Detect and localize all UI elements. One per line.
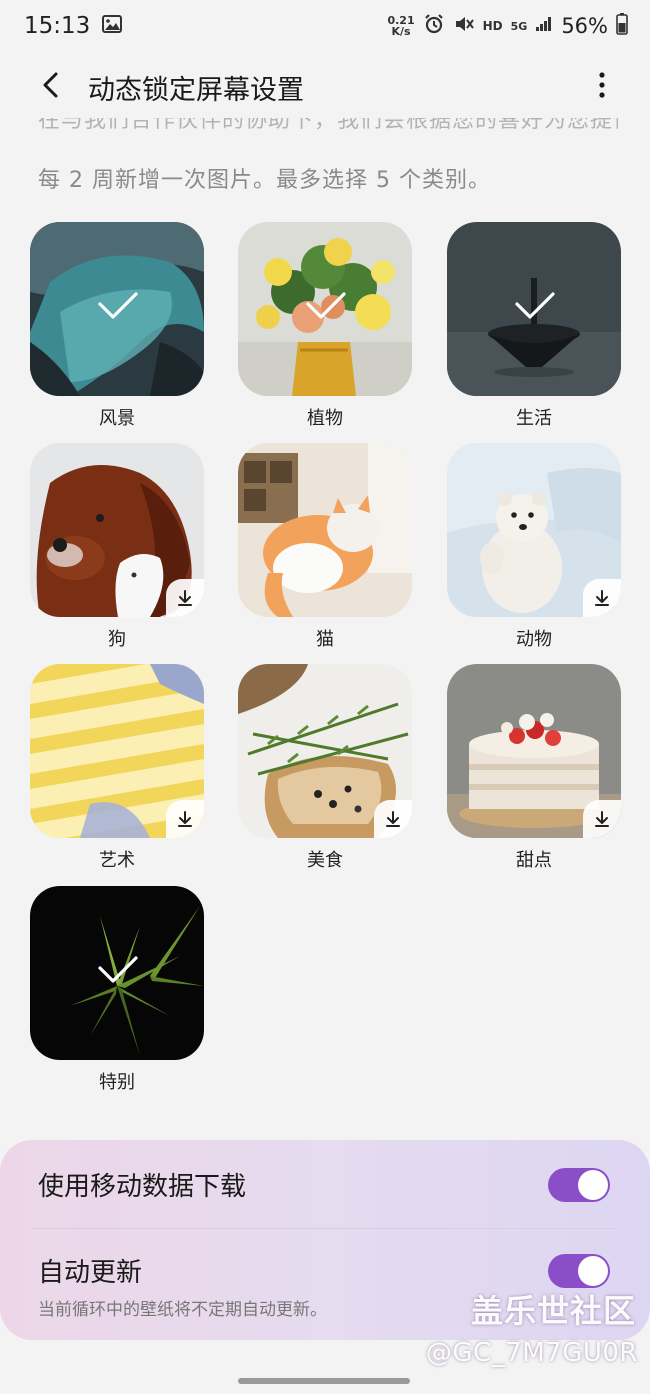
- description-line: 每 2 周新增一次图片。最多选择 5 个类别。: [38, 168, 491, 193]
- app-bar: 动态锁定屏幕设置: [0, 56, 650, 118]
- mobile-data-setting[interactable]: 使用移动数据下载: [38, 1166, 618, 1216]
- category-thumb-plants[interactable]: [238, 222, 412, 396]
- category-label: 猫: [316, 629, 334, 650]
- download-icon: [178, 590, 192, 606]
- divider: [32, 1228, 618, 1229]
- category-thumb-dog[interactable]: [30, 443, 204, 617]
- mute-icon: [453, 13, 475, 39]
- category-label: 特别: [99, 1072, 135, 1093]
- category-tile-animals[interactable]: 动物: [447, 443, 621, 650]
- download-icon: [595, 811, 609, 827]
- category-label: 动物: [516, 629, 552, 650]
- download-button[interactable]: [583, 800, 621, 838]
- checkmark-icon: [98, 292, 138, 319]
- category-thumb-art[interactable]: [30, 664, 204, 838]
- category-label: 狗: [108, 629, 126, 650]
- download-button[interactable]: [166, 800, 204, 838]
- auto-update-title: 自动更新: [38, 1258, 143, 1288]
- category-tile-life[interactable]: 生活: [447, 222, 621, 429]
- signal-icon: [535, 16, 553, 36]
- watermark-handle: @GC_7M7GU0R: [425, 1338, 638, 1368]
- network-type: 5G: [510, 19, 528, 33]
- category-thumb-cat[interactable]: [238, 443, 412, 617]
- category-label: 美食: [307, 850, 343, 871]
- status-left: 15:13: [24, 13, 123, 39]
- page-title: 动态锁定屏幕设置: [88, 74, 304, 106]
- category-thumb-food[interactable]: [238, 664, 412, 838]
- category-thumb-dessert[interactable]: [447, 664, 621, 838]
- download-button[interactable]: [374, 800, 412, 838]
- home-indicator[interactable]: [238, 1378, 410, 1384]
- back-button[interactable]: [20, 57, 80, 117]
- hd-indicator: HD: [482, 19, 503, 33]
- mobile-data-toggle[interactable]: [548, 1168, 610, 1202]
- net-speed: 0.21 K/s: [387, 15, 414, 37]
- checkmark-icon: [98, 956, 138, 983]
- category-tile-scenery[interactable]: 风景: [30, 222, 204, 429]
- category-label: 植物: [307, 408, 343, 429]
- description-cut-line: 在与我们合作伙伴的协助下，我们会根据您的喜好为您提供全新: [38, 118, 618, 133]
- toggle-knob: [578, 1170, 608, 1200]
- category-tile-dog[interactable]: 狗: [30, 443, 204, 650]
- download-icon: [595, 590, 609, 606]
- download-icon: [178, 811, 192, 827]
- download-icon: [386, 811, 400, 827]
- alarm-icon: [423, 13, 445, 39]
- auto-update-toggle[interactable]: [548, 1254, 610, 1288]
- category-thumb-special[interactable]: [30, 886, 204, 1060]
- category-tile-art[interactable]: 艺术: [30, 664, 204, 871]
- battery-icon: [616, 13, 628, 39]
- category-label: 生活: [516, 408, 552, 429]
- category-tile-plants[interactable]: 植物: [238, 222, 412, 429]
- category-thumb-animals[interactable]: [447, 443, 621, 617]
- category-thumb-scenery[interactable]: [30, 222, 204, 396]
- net-speed-unit: K/s: [391, 25, 411, 38]
- description: 在与我们合作伙伴的协助下，我们会根据您的喜好为您提供全新 每 2 周新增一次图片…: [38, 118, 618, 198]
- category-label: 甜点: [516, 850, 552, 871]
- download-button[interactable]: [166, 579, 204, 617]
- category-tile-dessert[interactable]: 甜点: [447, 664, 621, 871]
- category-tile-cat[interactable]: 猫: [238, 443, 412, 650]
- download-button[interactable]: [583, 579, 621, 617]
- more-vertical-icon: [598, 71, 606, 103]
- status-bar: 15:13 0.21 K/s HD 5G 56%: [0, 0, 650, 52]
- cat-image: [238, 443, 412, 617]
- mobile-data-title: 使用移动数据下载: [38, 1172, 247, 1202]
- category-label: 风景: [99, 408, 135, 429]
- more-options-button[interactable]: [582, 57, 622, 117]
- watermark-title: 盖乐世社区: [470, 1292, 636, 1330]
- checkmark-icon: [515, 292, 555, 319]
- gallery-notification-icon: [102, 15, 123, 37]
- toggle-knob: [578, 1256, 608, 1286]
- battery-percent: 56%: [561, 14, 608, 38]
- category-label: 艺术: [99, 850, 135, 871]
- status-time: 15:13: [24, 13, 91, 39]
- checkmark-icon: [306, 292, 346, 319]
- status-right: 0.21 K/s HD 5G 56%: [387, 13, 628, 39]
- category-tile-food[interactable]: 美食: [238, 664, 412, 871]
- category-thumb-life[interactable]: [447, 222, 621, 396]
- back-arrow-icon: [39, 71, 61, 103]
- category-tile-special[interactable]: 特别: [30, 886, 204, 1093]
